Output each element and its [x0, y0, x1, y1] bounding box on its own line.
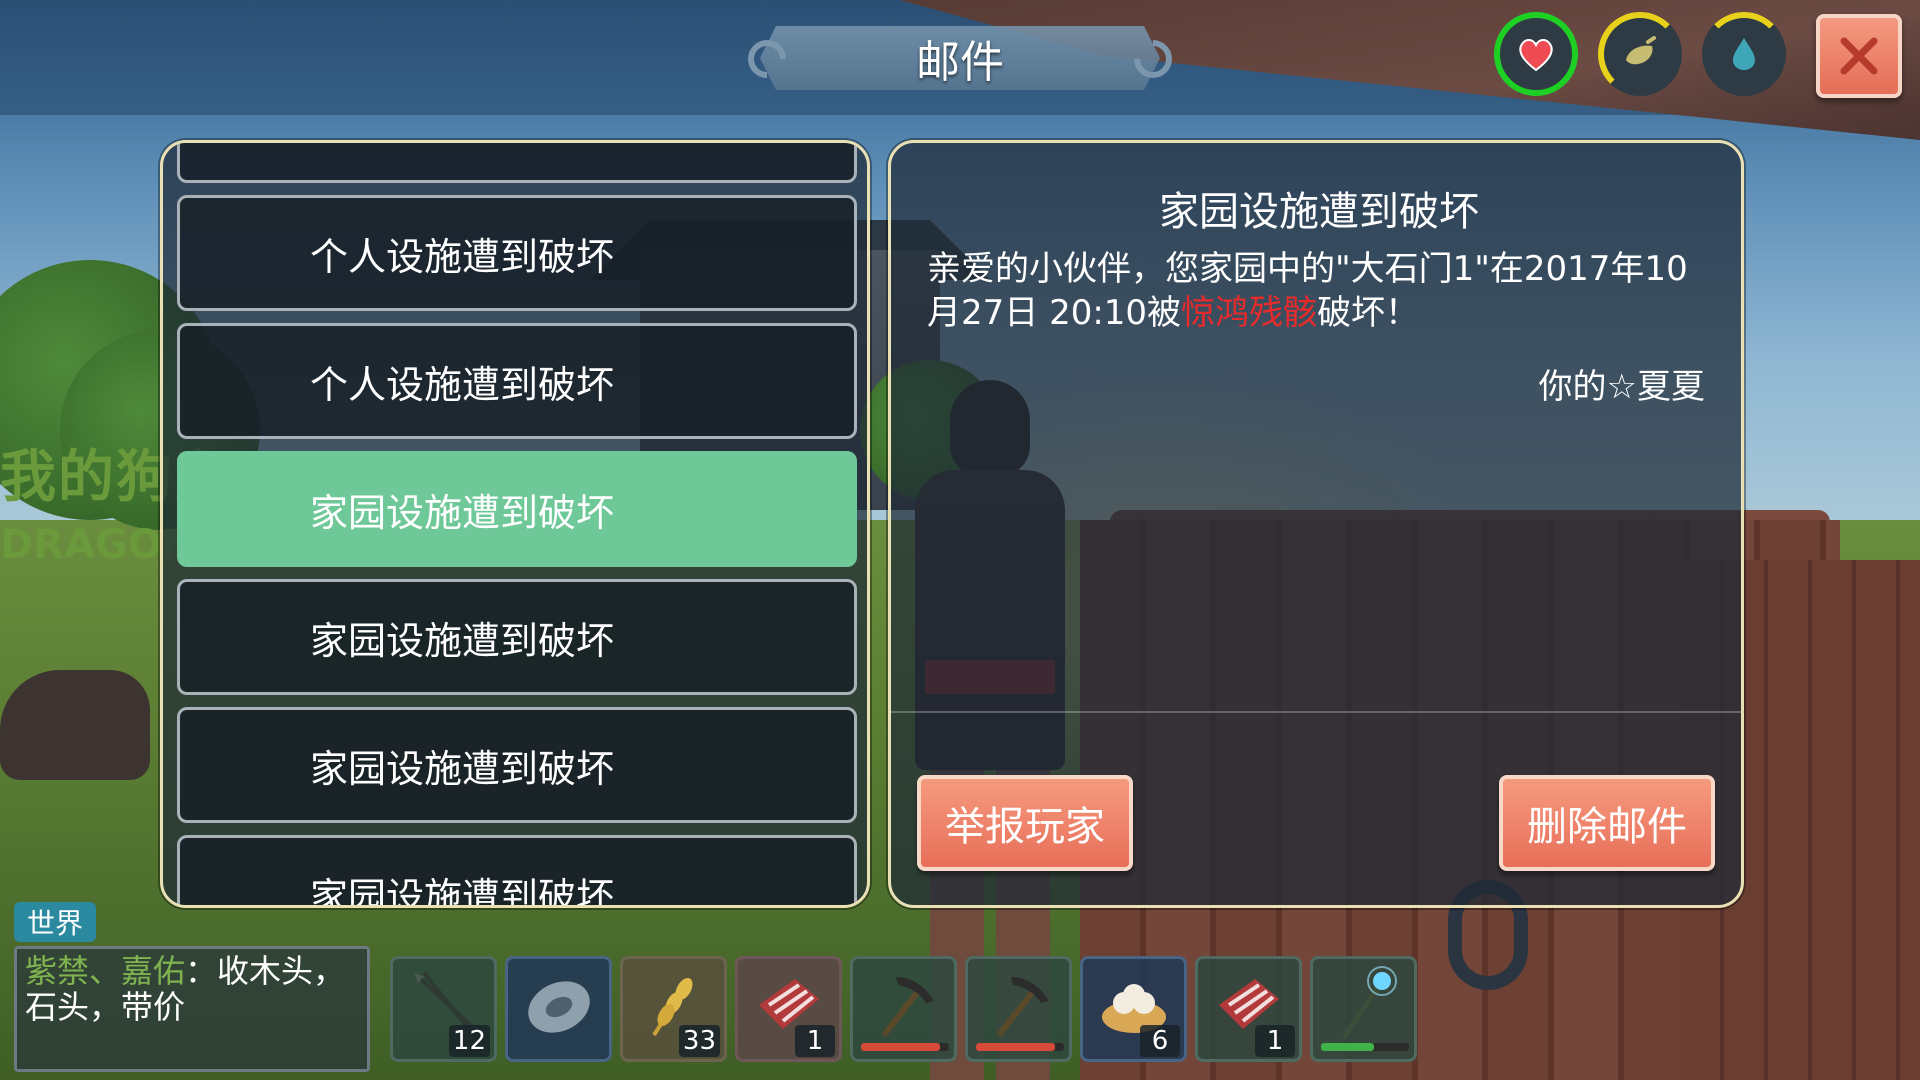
- hotbar-slot[interactable]: [965, 956, 1072, 1062]
- disc-icon: [527, 981, 590, 1033]
- chat-box[interactable]: 紫禁、嘉佑：收木头，石头，带价: [14, 946, 370, 1072]
- chat-sender: 紫禁、嘉佑: [25, 952, 186, 990]
- hotbar: 12 33 1 6 1: [390, 956, 1417, 1062]
- mail-item-title: 家园设施遭到破坏: [310, 874, 615, 908]
- hunger-icon: [1626, 36, 1656, 65]
- delete-mail-button[interactable]: 删除邮件: [1499, 775, 1715, 871]
- mail-item-title: 家园设施遭到破坏: [310, 746, 615, 791]
- hunger-status[interactable]: [1598, 12, 1682, 96]
- durability-bar: [1321, 1043, 1409, 1051]
- durability-fill: [861, 1043, 941, 1051]
- mail-list-item[interactable]: 个人设施遭到破坏: [177, 195, 857, 311]
- hotbar-slot[interactable]: 1: [1195, 956, 1302, 1062]
- water-drop-icon: [1733, 38, 1755, 70]
- item-count: 6: [1140, 1025, 1180, 1057]
- hotbar-slot[interactable]: [850, 956, 957, 1062]
- thirst-status[interactable]: [1702, 12, 1786, 96]
- report-player-button[interactable]: 举报玩家: [917, 775, 1133, 871]
- close-icon: [1840, 37, 1878, 75]
- pickaxe-icon: [996, 977, 1049, 1037]
- hotbar-slot[interactable]: 1: [735, 956, 842, 1062]
- divider: [891, 711, 1744, 713]
- mail-list-item-selected[interactable]: 家园设施遭到破坏: [177, 451, 857, 567]
- hotbar-slot[interactable]: [1310, 956, 1417, 1062]
- durability-bar: [976, 1043, 1064, 1051]
- mail-list-item[interactable]: 家园设施遭到破坏: [177, 835, 857, 908]
- mail-list-item[interactable]: 家园设施遭到破坏: [177, 579, 857, 695]
- mail-list-panel: 个人设施遭到破坏 个人设施遭到破坏 家园设施遭到破坏 家园设施遭到破坏 家园设施…: [160, 140, 870, 908]
- page-title: 邮件: [916, 37, 1004, 88]
- item-count: 1: [1255, 1025, 1295, 1057]
- item-count: 33: [678, 1025, 720, 1057]
- hotbar-slot[interactable]: 12: [390, 956, 497, 1062]
- mail-item-title: 个人设施遭到破坏: [310, 362, 615, 407]
- mail-list[interactable]: 个人设施遭到破坏 个人设施遭到破坏 家园设施遭到破坏 家园设施遭到破坏 家园设施…: [177, 143, 857, 908]
- item-count: 12: [448, 1025, 490, 1057]
- hotbar-slot[interactable]: 33: [620, 956, 727, 1062]
- pet-dog: [0, 670, 150, 780]
- hotbar-slot[interactable]: [505, 956, 612, 1062]
- health-status[interactable]: [1494, 12, 1578, 96]
- close-button[interactable]: [1816, 14, 1902, 98]
- mail-subject: 家园设施遭到破坏: [1159, 189, 1479, 235]
- durability-bar: [861, 1043, 949, 1051]
- mail-detail-panel: 家园设施遭到破坏 亲爱的小伙伴，您家园中的"大石门1"在2017年10月27日 …: [888, 140, 1744, 908]
- item-count: 1: [795, 1025, 835, 1057]
- chat-channel-tab[interactable]: 世界: [14, 902, 96, 942]
- mail-item-title: 家园设施遭到破坏: [310, 490, 615, 535]
- mail-body: 亲爱的小伙伴，您家园中的"大石门1"在2017年10月27日 20:10被惊鸿残…: [927, 247, 1717, 335]
- pickaxe-icon: [881, 977, 934, 1037]
- durability-fill: [976, 1043, 1056, 1051]
- mail-list-item[interactable]: 家园设施遭到破坏: [177, 707, 857, 823]
- mail-list-item[interactable]: 个人设施遭到破坏: [177, 323, 857, 439]
- heart-icon: [1519, 39, 1553, 72]
- mail-signature: 你的☆夏夏: [1538, 367, 1705, 407]
- mail-body-text-end: 破坏！: [1317, 293, 1420, 333]
- durability-fill: [1321, 1043, 1374, 1051]
- mail-list-item[interactable]: [177, 143, 857, 183]
- mail-item-title: 家园设施遭到破坏: [310, 618, 615, 663]
- staff-icon: [1341, 966, 1397, 1039]
- attacker-name: 惊鸿残骸: [1181, 293, 1318, 333]
- mail-item-title: 个人设施遭到破坏: [310, 234, 615, 279]
- hotbar-slot[interactable]: 6: [1080, 956, 1187, 1062]
